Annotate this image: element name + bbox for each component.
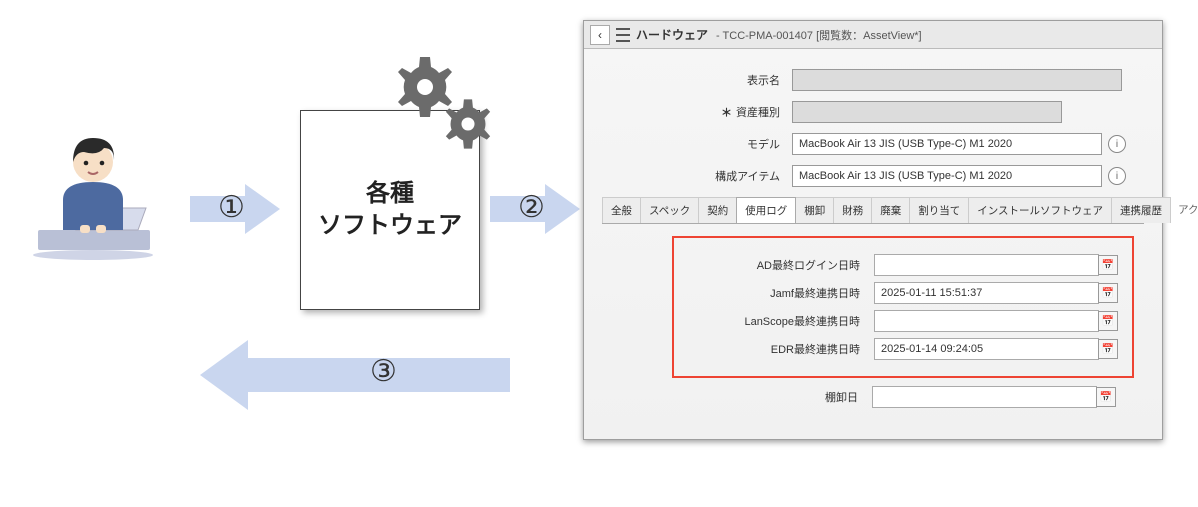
row-edr-last-link: EDR最終連携日時 2025-01-14 09:24:05 📅 bbox=[674, 338, 1132, 360]
tab-installed-software[interactable]: インストールソフトウェア bbox=[968, 197, 1112, 223]
calendar-icon[interactable]: 📅 bbox=[1098, 339, 1118, 359]
input-inventory-date[interactable] bbox=[872, 386, 1097, 408]
input-ad-last-login[interactable] bbox=[874, 254, 1099, 276]
label-inventory-date: 棚卸日 bbox=[672, 389, 872, 405]
step-number-2: ② bbox=[518, 190, 545, 225]
input-lanscope-last-link[interactable] bbox=[874, 310, 1099, 332]
row-asset-type: ＊資産種別 bbox=[602, 101, 1144, 123]
tab-disposal[interactable]: 廃棄 bbox=[871, 197, 910, 223]
row-display-name: 表示名 bbox=[602, 69, 1144, 91]
step-number-3: ③ bbox=[370, 354, 397, 389]
tab-finance[interactable]: 財務 bbox=[833, 197, 872, 223]
row-model: モデル MacBook Air 13 JIS (USB Type-C) M1 2… bbox=[602, 133, 1144, 155]
label-lanscope-last-link: LanScope最終連携日時 bbox=[674, 313, 874, 329]
row-jamf-last-link: Jamf最終連携日時 2025-01-11 15:51:37 📅 bbox=[674, 282, 1132, 304]
label-asset-type: ＊資産種別 bbox=[602, 104, 792, 120]
user-illustration bbox=[18, 130, 168, 260]
calendar-icon[interactable]: 📅 bbox=[1096, 387, 1116, 407]
label-ad-last-login: AD最終ログイン日時 bbox=[674, 257, 874, 273]
input-edr-last-link[interactable]: 2025-01-14 09:24:05 bbox=[874, 338, 1099, 360]
tab-general[interactable]: 全般 bbox=[602, 197, 641, 223]
gears-icon bbox=[390, 52, 510, 172]
row-ad-last-login: AD最終ログイン日時 📅 bbox=[674, 254, 1132, 276]
arrow-step-3 bbox=[200, 340, 510, 410]
label-jamf-last-link: Jamf最終連携日時 bbox=[674, 285, 874, 301]
tab-bar: 全般 スペック 契約 使用ログ 棚卸 財務 廃棄 割り当て インストールソフトウ… bbox=[602, 197, 1144, 224]
label-config-item: 構成アイテム bbox=[602, 168, 792, 184]
label-edr-last-link: EDR最終連携日時 bbox=[674, 341, 874, 357]
software-box-label: 各種 ソフトウェア bbox=[318, 178, 462, 243]
row-config-item: 構成アイテム MacBook Air 13 JIS (USB Type-C) M… bbox=[602, 165, 1144, 187]
tab-inventory[interactable]: 棚卸 bbox=[795, 197, 834, 223]
input-config-item[interactable]: MacBook Air 13 JIS (USB Type-C) M1 2020 bbox=[792, 165, 1102, 187]
step-number-1: ① bbox=[218, 190, 245, 225]
panel-title: ハードウェア bbox=[636, 26, 708, 43]
panel-subtitle: - TCC-PMA-001407 [閲覧数：AssetView*] bbox=[716, 27, 922, 43]
tab-assignment[interactable]: 割り当て bbox=[909, 197, 969, 223]
input-display-name[interactable] bbox=[792, 69, 1122, 91]
label-model: モデル bbox=[602, 136, 792, 152]
required-mark: ＊ bbox=[721, 108, 732, 120]
back-button[interactable]: ‹ bbox=[590, 25, 610, 45]
calendar-icon[interactable]: 📅 bbox=[1098, 311, 1118, 331]
input-jamf-last-link[interactable]: 2025-01-11 15:51:37 bbox=[874, 282, 1099, 304]
tab-body-usage-log: AD最終ログイン日時 📅 Jamf最終連携日時 2025-01-11 15:51… bbox=[602, 224, 1144, 420]
menu-icon[interactable] bbox=[616, 28, 630, 42]
panel-header: ‹ ハードウェア - TCC-PMA-001407 [閲覧数：AssetView… bbox=[584, 21, 1162, 49]
form-area: 表示名 ＊資産種別 モデル MacBook Air 13 JIS (USB Ty… bbox=[584, 49, 1162, 426]
tab-link-history[interactable]: 連携履歴 bbox=[1111, 197, 1171, 223]
chevron-left-icon: ‹ bbox=[598, 28, 602, 42]
info-icon[interactable]: i bbox=[1108, 135, 1126, 153]
asset-detail-panel: ‹ ハードウェア - TCC-PMA-001407 [閲覧数：AssetView… bbox=[583, 20, 1163, 440]
tab-contract[interactable]: 契約 bbox=[698, 197, 737, 223]
row-inventory-date: 棚卸日 📅 bbox=[672, 386, 1144, 408]
calendar-icon[interactable]: 📅 bbox=[1098, 283, 1118, 303]
row-lanscope-last-link: LanScope最終連携日時 📅 bbox=[674, 310, 1132, 332]
highlighted-log-group: AD最終ログイン日時 📅 Jamf最終連携日時 2025-01-11 15:51… bbox=[672, 236, 1134, 378]
calendar-icon[interactable]: 📅 bbox=[1098, 255, 1118, 275]
tab-usage-log[interactable]: 使用ログ bbox=[736, 197, 796, 223]
input-asset-type[interactable] bbox=[792, 101, 1062, 123]
info-icon[interactable]: i bbox=[1108, 167, 1126, 185]
label-display-name: 表示名 bbox=[602, 72, 792, 88]
input-model[interactable]: MacBook Air 13 JIS (USB Type-C) M1 2020 bbox=[792, 133, 1102, 155]
flow-diagram: 各種 ソフトウェア ① ② ③ bbox=[0, 0, 580, 440]
tab-spec[interactable]: スペック bbox=[640, 197, 699, 223]
tab-activity[interactable]: アクティビティ bbox=[1170, 197, 1198, 223]
